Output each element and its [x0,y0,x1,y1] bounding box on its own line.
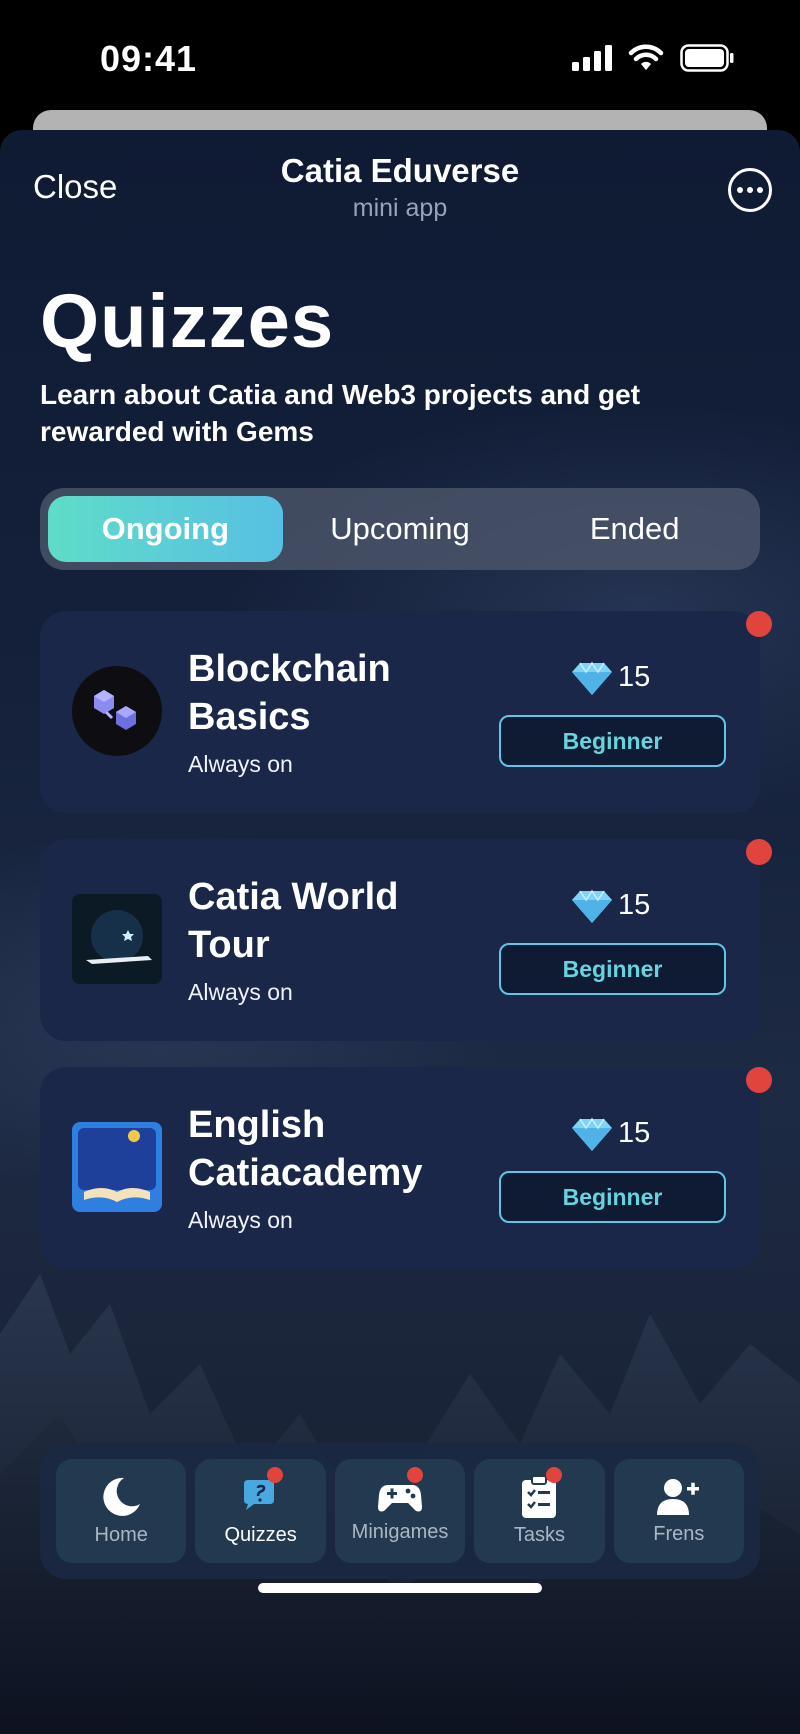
notification-dot [746,839,772,865]
bottom-nav: Home Quizzes Minigames Tasks Frens [40,1443,760,1579]
world-tour-icon [72,894,162,984]
battery-icon [680,44,734,72]
quiz-title: English Catiacademy [188,1104,423,1194]
nav-home[interactable]: Home [56,1459,187,1563]
notification-dot [746,1067,772,1093]
gem-reward: 15 [572,1115,650,1151]
quiz-card[interactable]: Blockchain Basics Always on 15 Beginner [40,611,772,813]
quiz-status: Always on [188,751,293,777]
quiz-card[interactable]: English Catiacademy Always on 15 Beginne… [40,1067,772,1269]
gem-count: 15 [618,1116,651,1149]
gem-icon [572,1117,612,1151]
signal-icon [572,45,612,71]
gem-icon [572,661,612,695]
app-header: Close Catia Eduverse mini app [0,130,800,250]
home-indicator [258,1583,542,1593]
nav-tasks[interactable]: Tasks [474,1459,605,1563]
level-badge[interactable]: Beginner [499,943,726,995]
notification-dot [746,611,772,637]
status-bar: 09:41 [0,0,800,110]
gem-reward: 15 [572,659,650,695]
notification-dot [406,1467,423,1483]
quiz-status: Always on [188,1207,293,1233]
nav-label: Home [94,1523,148,1546]
gem-reward: 15 [572,887,650,923]
english-academy-icon [72,1122,162,1212]
nav-label: Quizzes [224,1523,297,1546]
nav-label: Frens [653,1522,705,1545]
app-subtitle: mini app [352,194,448,222]
nav-label: Tasks [513,1523,565,1546]
status-icons [572,44,734,72]
nav-minigames[interactable]: Minigames [334,1459,466,1563]
tab-ended[interactable]: Ended [517,496,752,562]
page-title: Quizzes [40,279,335,364]
moon-icon [103,1477,141,1516]
app-title: Catia Eduverse [280,152,520,189]
level-badge[interactable]: Beginner [499,715,726,767]
page-subtitle: Learn about Catia and Web3 projects and … [40,379,641,447]
gem-count: 15 [618,888,651,921]
level-badge[interactable]: Beginner [499,1171,726,1223]
wifi-icon [628,44,664,70]
nav-label: Minigames [351,1520,449,1543]
quiz-card[interactable]: Catia World Tour Always on 15 Beginner [40,839,772,1041]
quiz-tabs: Ongoing Upcoming Ended [40,488,760,570]
add-friend-icon [656,1478,699,1515]
blockchain-cubes-icon [72,666,162,756]
gamepad-icon [378,1484,423,1511]
tab-upcoming[interactable]: Upcoming [283,496,518,562]
quiz-status: Always on [188,979,293,1005]
more-options-icon[interactable] [728,168,772,212]
quiz-title: Catia World Tour [188,876,399,966]
nav-quizzes[interactable]: Quizzes [195,1459,326,1563]
gem-count: 15 [618,660,651,693]
status-time: 09:41 [100,38,198,79]
tab-ongoing[interactable]: Ongoing [48,496,283,562]
quiz-title: Blockchain Basics [188,648,391,738]
nav-frens[interactable]: Frens [613,1459,745,1563]
gem-icon [572,889,612,923]
notification-dot [546,1467,563,1483]
